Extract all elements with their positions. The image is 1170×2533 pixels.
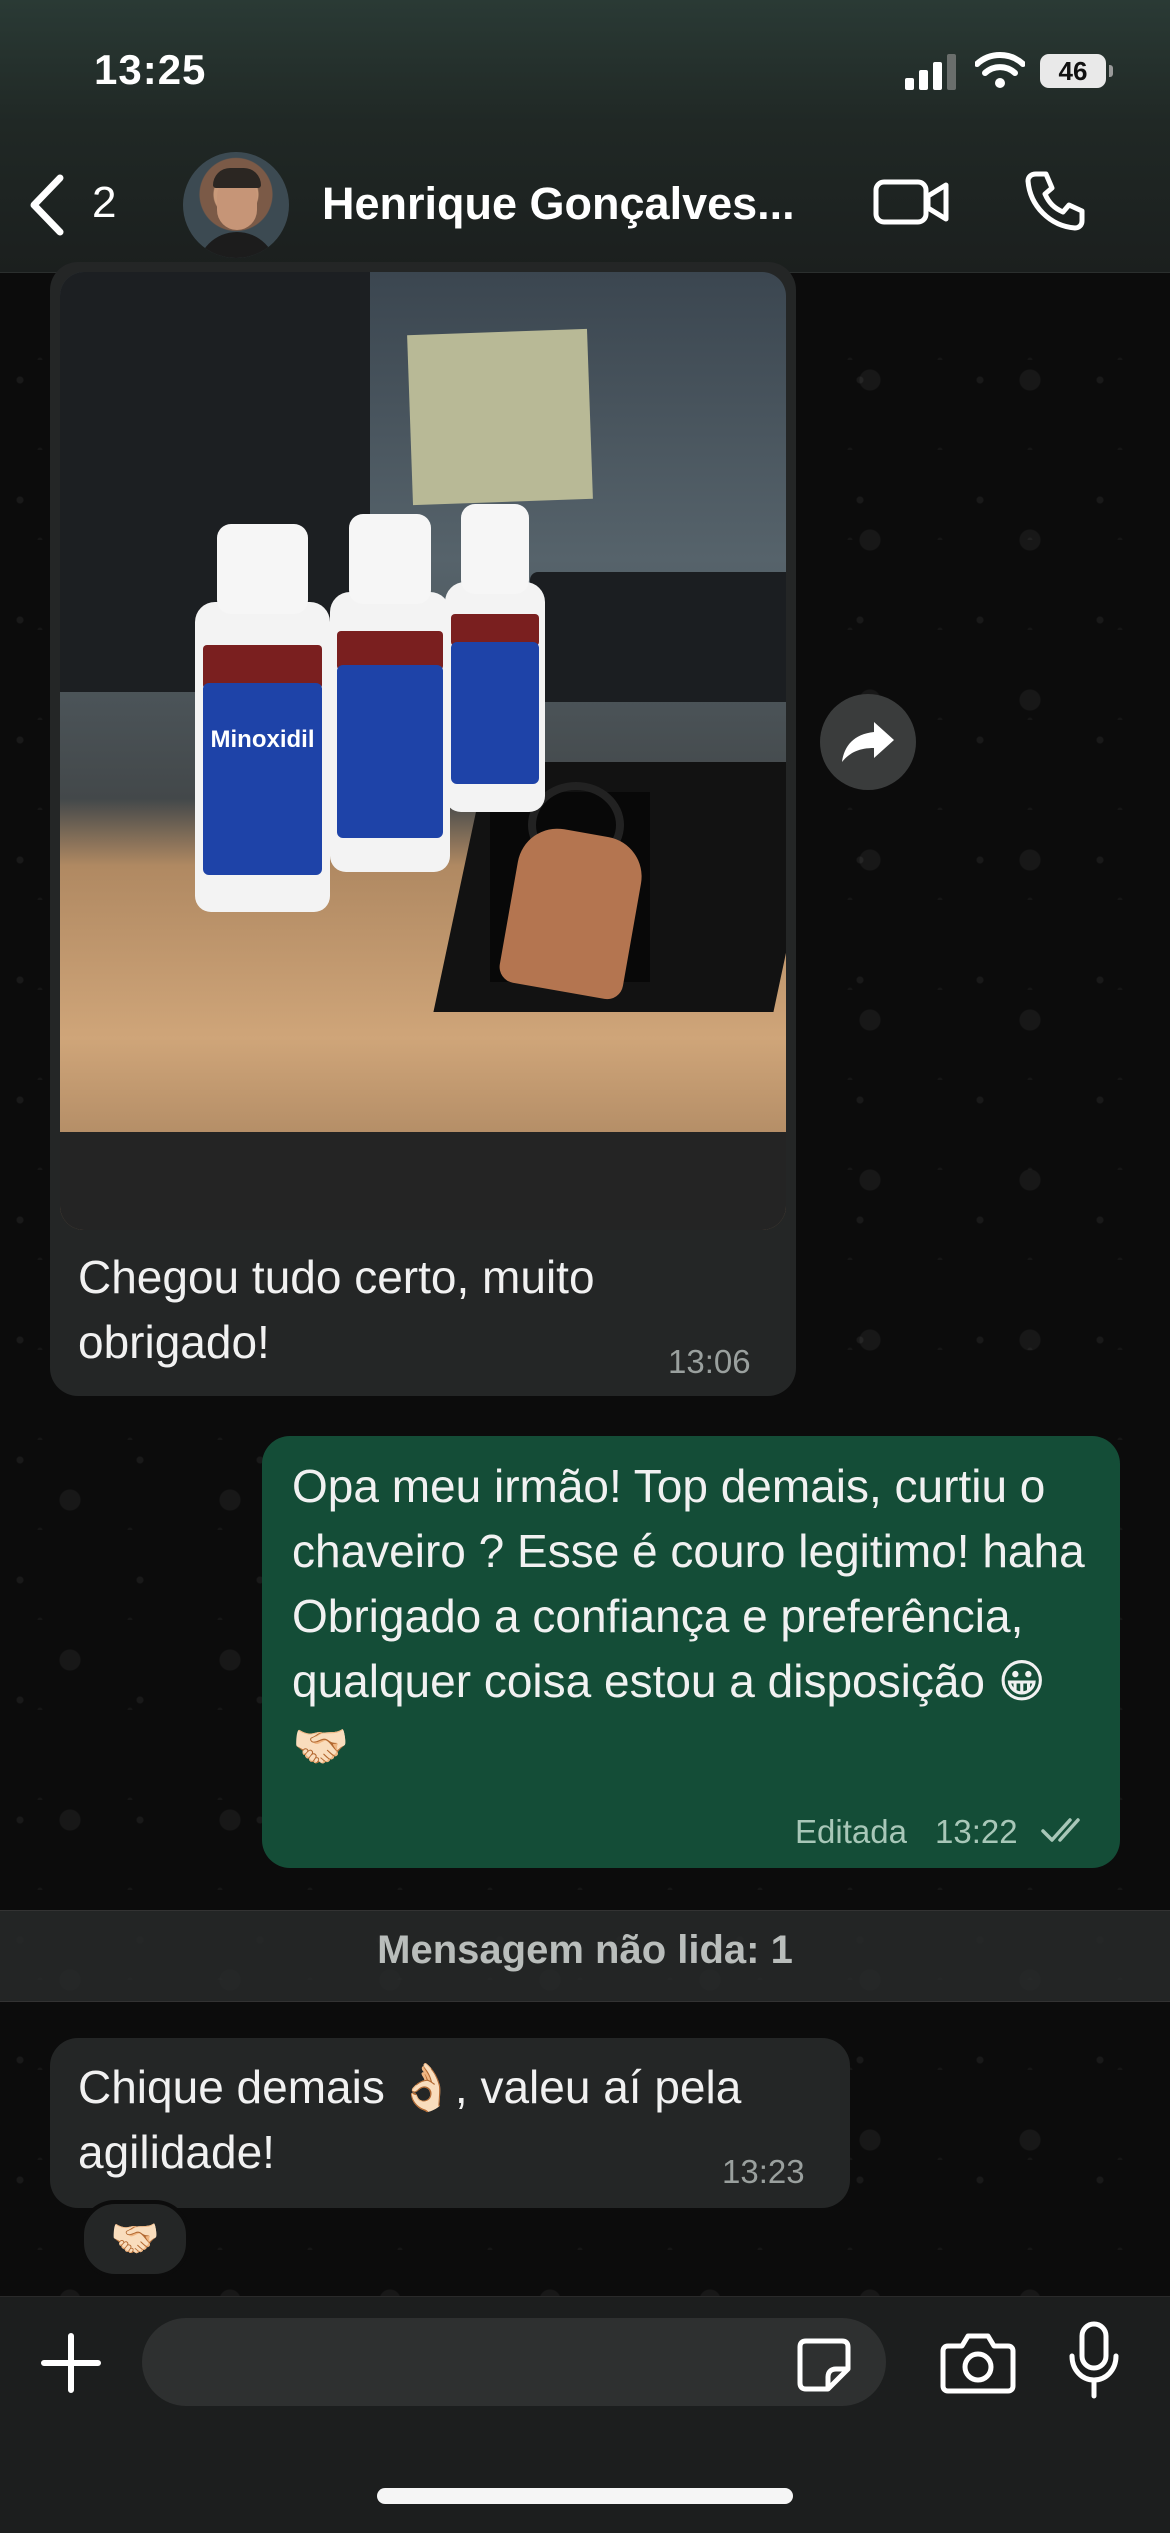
contact-name[interactable]: Henrique Gonçalves... [322,178,795,230]
message-time: 13:06 [668,1343,751,1380]
message-text: Chique demais 👌🏻, valeu aí pela agilidad… [78,2061,742,2178]
forward-icon [842,722,894,762]
mic-icon[interactable] [1068,2320,1120,2400]
unread-chats-count[interactable]: 2 [92,178,116,228]
camera-icon[interactable] [940,2330,1016,2394]
contact-avatar[interactable] [183,152,289,258]
plus-icon[interactable] [38,2330,104,2396]
message-text: Opa meu irmão! Top demais, curtiu o chav… [292,1460,1085,1772]
back-chevron-icon[interactable] [22,170,72,240]
sticker-icon[interactable] [796,2337,852,2393]
battery-indicator: 46 [1040,54,1113,88]
message-text: Chegou tudo certo, muito obrigado! [78,1251,595,1368]
home-indicator [377,2488,793,2504]
message-time: 13:22 [935,1813,1018,1850]
read-receipt-icon [1041,1818,1080,1842]
phone-icon[interactable] [1022,168,1088,234]
unread-divider-text: Mensagem não lida: 1 [377,1928,793,1972]
cellular-signal-icon [905,54,956,90]
chat-header [0,0,1170,273]
status-time: 13:25 [94,46,207,93]
message-time: 13:23 [722,2153,805,2190]
video-call-icon[interactable] [872,172,952,232]
message-photo[interactable]: Minoxidil [60,272,786,1230]
forward-button[interactable] [820,694,916,790]
message-edited-label: Editada [795,1813,907,1850]
wifi-icon [975,52,1025,88]
message-reaction[interactable]: 🤝🏻 [80,2200,190,2278]
message-input[interactable] [142,2318,886,2406]
